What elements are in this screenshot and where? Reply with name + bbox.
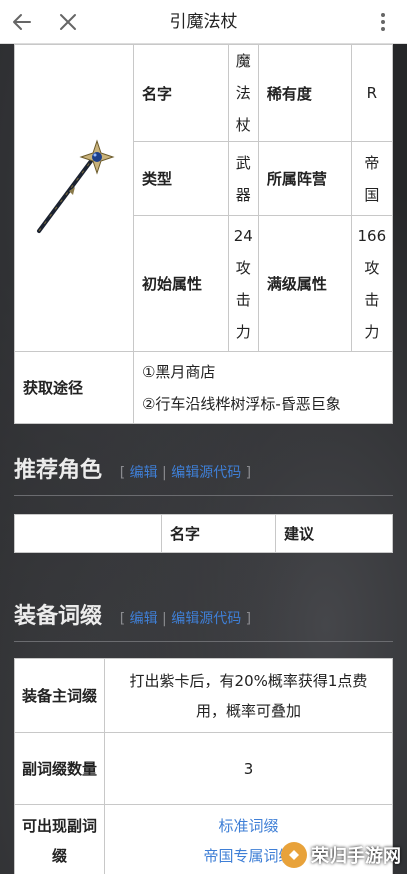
acquire-methods: ①黑月商店 ②行车沿线桦树浮标-昏恶巨象 bbox=[132, 351, 394, 424]
watermark-logo-icon bbox=[281, 842, 307, 868]
more-menu-button[interactable] bbox=[367, 6, 399, 38]
label-base-stats: 初始属性 bbox=[132, 215, 229, 352]
value-base-stats: 24 攻击力 bbox=[227, 215, 259, 352]
acquire-line: ①黑月商店 bbox=[141, 362, 216, 381]
label-sub-affix-count: 副词缀数量 bbox=[14, 732, 105, 805]
section-heading-role: 推荐角色 [ 编辑 | 编辑源代码 ] bbox=[14, 452, 393, 496]
link-standard-affix[interactable]: 标准词缀 bbox=[117, 811, 380, 841]
value-rarity: R bbox=[350, 44, 394, 142]
edit-links: [ 编辑 | 编辑源代码 ] bbox=[119, 465, 252, 481]
edit-source-link[interactable]: 编辑源代码 bbox=[171, 465, 241, 481]
edit-link[interactable]: 编辑 bbox=[130, 465, 158, 481]
watermark: 荣归手游网 bbox=[281, 840, 401, 870]
value-type: 武器 bbox=[227, 141, 259, 216]
label-possible-sub-affix: 可出现副词缀 bbox=[14, 804, 105, 874]
section-title-text: 装备词缀 bbox=[14, 604, 103, 629]
value-sub-affix-count: 3 bbox=[104, 732, 393, 805]
value-main-affix: 打出紫卡后，有20%概率获得1点费用，概率可叠加 bbox=[104, 658, 393, 733]
label-main-affix: 装备主词缀 bbox=[14, 658, 105, 733]
label-type: 类型 bbox=[132, 141, 229, 216]
close-icon bbox=[60, 14, 76, 30]
back-button[interactable] bbox=[6, 6, 38, 38]
close-button[interactable] bbox=[52, 6, 84, 38]
label-acquire: 获取途径 bbox=[14, 351, 134, 424]
value-name: 魔法杖 bbox=[227, 44, 259, 142]
value-max-stats: 166 攻击力 bbox=[350, 215, 394, 352]
top-app-bar: 引魔法杖 bbox=[0, 0, 407, 44]
label-name: 名字 bbox=[132, 44, 229, 142]
more-vertical-icon bbox=[381, 13, 385, 31]
edit-links: [ 编辑 | 编辑源代码 ] bbox=[119, 611, 252, 627]
label-rarity: 稀有度 bbox=[257, 44, 352, 142]
page-title: 引魔法杖 bbox=[169, 12, 238, 32]
section-title-text: 推荐角色 bbox=[14, 458, 103, 483]
table-header-empty bbox=[14, 514, 162, 553]
label-faction: 所属阵营 bbox=[257, 141, 352, 216]
label-max-stats: 满级属性 bbox=[257, 215, 352, 352]
item-infobox: 名字 魔法杖 稀有度 R 类型 武器 所属阵营 帝国 初始属性 24 攻击力 满级… bbox=[14, 44, 394, 424]
edit-source-link[interactable]: 编辑源代码 bbox=[171, 611, 241, 627]
table-header-name: 名字 bbox=[161, 514, 276, 553]
item-image-cell bbox=[14, 44, 134, 352]
acquire-line: ②行车沿线桦树浮标-昏恶巨象 bbox=[141, 394, 341, 413]
edit-link[interactable]: 编辑 bbox=[130, 611, 158, 627]
staff-image[interactable] bbox=[29, 131, 119, 241]
recommended-roles-table: 名字 建议 bbox=[14, 514, 393, 553]
section-heading-affix: 装备词缀 [ 编辑 | 编辑源代码 ] bbox=[14, 598, 393, 642]
watermark-text: 荣归手游网 bbox=[311, 846, 401, 867]
arrow-left-icon bbox=[13, 14, 31, 30]
table-header-advice: 建议 bbox=[275, 514, 393, 553]
value-faction: 帝国 bbox=[350, 141, 394, 216]
